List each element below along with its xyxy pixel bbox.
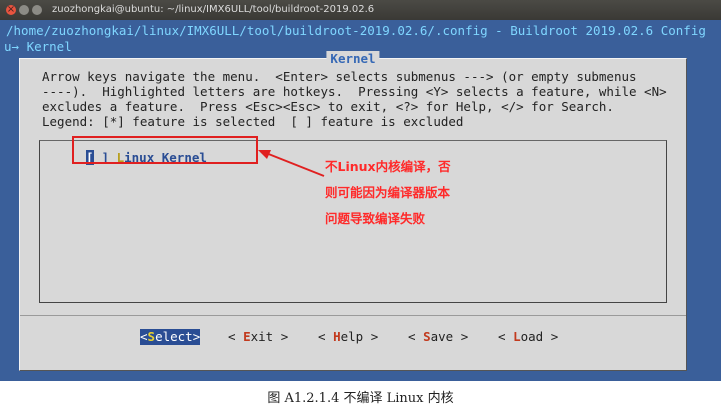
save-hotkey: S <box>423 329 431 344</box>
close-window-button[interactable] <box>6 0 16 20</box>
help-text-line-3: excludes a feature. Press <Esc><Esc> to … <box>42 99 614 114</box>
load-button-post: oad > <box>520 329 559 344</box>
help-text-line-2: ----). Highlighted letters are hotkeys. … <box>42 84 667 99</box>
minimize-window-button[interactable] <box>19 5 29 15</box>
load-hotkey: L <box>513 329 521 344</box>
select-button-pre: < <box>140 329 148 344</box>
legend-text: Legend: [*] feature is selected [ ] feat… <box>42 114 464 129</box>
config-path-line: /home/zuozhongkai/linux/IMX6ULL/tool/bui… <box>6 23 706 38</box>
figure-caption: 图 A1.2.1.4 不编译 Linux 内核 <box>267 391 454 406</box>
save-button-post: ave > <box>430 329 469 344</box>
maximize-window-button[interactable] <box>32 5 42 15</box>
annotation-text: 不Linux内核编译，否 则可能因为编译器版本 问题导致编译失败 <box>325 154 495 232</box>
select-button-post: elect> <box>155 329 201 344</box>
help-button-post: elp > <box>340 329 379 344</box>
arrow-shaft <box>265 152 325 177</box>
select-hotkey: S <box>147 329 156 344</box>
annotation-line-1: 不Linux内核编译，否 <box>325 159 451 174</box>
annotation-highlight-box <box>72 136 258 164</box>
window-title: zuozhongkai@ubuntu: ~/linux/IMX6ULL/tool… <box>52 4 375 15</box>
select-button[interactable]: <Select> <box>140 329 201 345</box>
button-separator <box>20 315 686 316</box>
annotation-line-3: 问题导致编译失败 <box>325 211 426 226</box>
exit-hotkey: E <box>243 329 251 344</box>
help-button-pre: < <box>318 329 334 344</box>
annotation-line-2: 则可能因为编译器版本 <box>325 185 451 200</box>
save-button-pre: < <box>408 329 424 344</box>
help-text-line-1: Arrow keys navigate the menu. <Enter> se… <box>42 69 637 84</box>
window-title-bar: zuozhongkai@ubuntu: ~/linux/IMX6ULL/tool… <box>0 0 721 20</box>
load-button-pre: < <box>498 329 514 344</box>
annotation-arrow-icon <box>258 150 325 177</box>
help-hotkey: H <box>333 329 341 344</box>
load-button[interactable]: < Load > <box>498 329 558 345</box>
exit-button-pre: < <box>228 329 244 344</box>
exit-button-post: xit > <box>250 329 289 344</box>
help-button[interactable]: < Help > <box>318 329 378 345</box>
exit-button[interactable]: < Exit > <box>228 329 288 345</box>
button-bar: <Select> < Exit > < Help > < Save > < Lo… <box>20 329 686 345</box>
dialog-title: Kernel <box>326 51 380 66</box>
save-button[interactable]: < Save > <box>408 329 468 345</box>
